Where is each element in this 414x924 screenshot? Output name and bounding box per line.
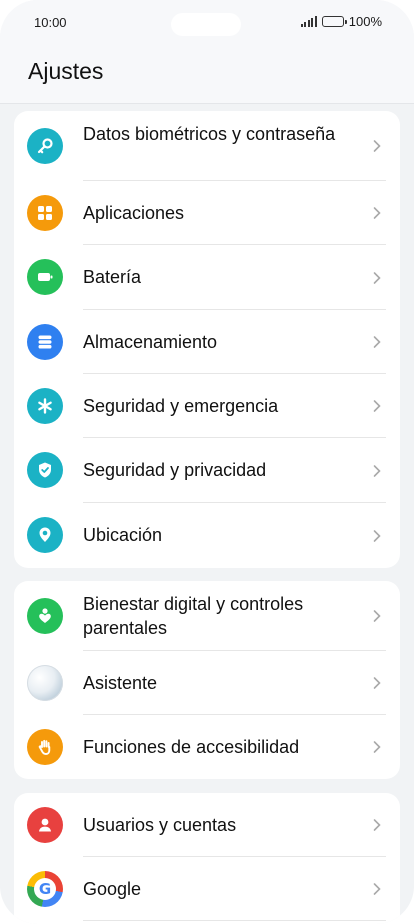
user-icon: [27, 807, 63, 843]
chevron-right-icon: [373, 336, 381, 348]
shield-check-icon: [27, 452, 63, 488]
settings-group-1: Datos biométricos y contraseña Aplicacio…: [14, 111, 400, 568]
page-title: Ajustes: [28, 58, 104, 84]
settings-item-label: Asistente: [83, 673, 158, 693]
settings-item-label: Almacenamiento: [83, 332, 218, 352]
battery-percent: 100%: [348, 14, 382, 29]
settings-item-accessibility[interactable]: Funciones de accesibilidad: [14, 715, 400, 779]
chevron-right-icon: [373, 529, 381, 542]
chevron-right-icon: [373, 400, 381, 412]
settings-item-digital-wellbeing[interactable]: Bienestar digital y controles parentales: [14, 581, 400, 651]
settings-item-label: Seguridad y emergencia: [83, 396, 279, 416]
chevron-right-icon: [373, 207, 381, 219]
google-letter-icon: G: [34, 878, 56, 900]
chevron-right-icon: [373, 464, 381, 477]
settings-item-label: Bienestar digital y controles parentales: [83, 594, 304, 638]
divider: [83, 920, 386, 921]
chevron-right-icon: [373, 741, 381, 753]
settings-item-label: Google: [83, 879, 142, 899]
settings-item-emergency[interactable]: Seguridad y emergencia: [14, 374, 400, 438]
hand-icon: [27, 729, 63, 765]
storage-icon: [27, 324, 63, 360]
chevron-right-icon: [373, 140, 381, 152]
settings-item-label: Seguridad y privacidad: [83, 460, 267, 480]
apps-grid-icon: [27, 195, 63, 231]
settings-item-label: Ubicación: [83, 525, 163, 545]
assistant-orb-icon: [27, 665, 63, 701]
settings-item-assistant[interactable]: Asistente: [14, 651, 400, 715]
chevron-right-icon: [373, 610, 381, 622]
asterisk-icon: [27, 388, 63, 424]
top-bar: 10:00 100% Ajustes: [0, 0, 414, 104]
settings-group-2: Bienestar digital y controles parentales…: [14, 581, 400, 779]
settings-item-label: Aplicaciones: [83, 203, 185, 223]
settings-item-label: Usuarios y cuentas: [83, 815, 237, 835]
location-pin-icon: [27, 517, 63, 553]
settings-item-google[interactable]: G Google: [14, 857, 400, 921]
chevron-right-icon: [373, 819, 381, 831]
settings-item-label: Datos biométricos y contraseña: [83, 124, 336, 144]
settings-item-apps[interactable]: Aplicaciones: [14, 181, 400, 245]
settings-screen: 10:00 100% Ajustes Datos biométricos y c…: [0, 0, 414, 924]
chevron-right-icon: [373, 883, 381, 895]
google-icon: G: [27, 871, 63, 907]
status-bar: 10:00 100%: [0, 0, 414, 46]
settings-item-label: Funciones de accesibilidad: [83, 737, 300, 757]
signal-icon: [300, 16, 317, 27]
camera-notch: [171, 13, 241, 36]
settings-item-battery[interactable]: Batería: [14, 245, 400, 310]
chevron-right-icon: [373, 271, 381, 284]
settings-item-privacy[interactable]: Seguridad y privacidad: [14, 438, 400, 503]
battery-icon: [27, 259, 63, 295]
digital-wellbeing-icon: [27, 598, 63, 634]
status-indicators: 100%: [300, 14, 382, 29]
settings-group-3: Usuarios y cuentas G Google: [14, 793, 400, 924]
battery-status-icon: [321, 16, 347, 27]
key-icon: [27, 128, 63, 164]
chevron-right-icon: [373, 677, 381, 689]
settings-item-storage[interactable]: Almacenamiento: [14, 310, 400, 374]
settings-item-users-accounts[interactable]: Usuarios y cuentas: [14, 793, 400, 857]
status-time: 10:00: [34, 15, 67, 30]
settings-item-label: Batería: [83, 267, 142, 287]
settings-item-biometrics[interactable]: Datos biométricos y contraseña: [14, 111, 400, 181]
settings-item-location[interactable]: Ubicación: [14, 503, 400, 568]
